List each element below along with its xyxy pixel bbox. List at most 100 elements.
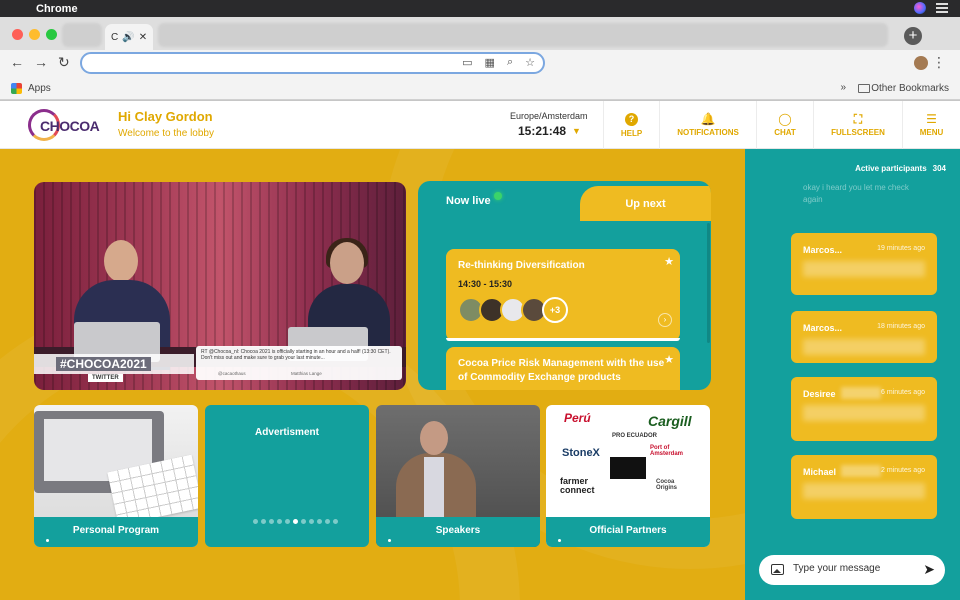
fullscreen-button[interactable]: ⛶ FULLSCREEN bbox=[813, 101, 902, 149]
schedule-panel: Now live Up next ★ Re-thinking Diversifi… bbox=[418, 181, 711, 390]
qr-code-icon[interactable]: ▦ bbox=[485, 56, 495, 69]
speakers-tile[interactable]: Speakers bbox=[376, 405, 540, 547]
partner-logo: StoneX bbox=[562, 447, 600, 459]
forward-icon[interactable]: → bbox=[34, 54, 48, 70]
message-author: Michael bbox=[803, 467, 837, 477]
message-time: 18 minutes ago bbox=[877, 323, 925, 330]
menu-button[interactable]: ☰ MENU bbox=[902, 101, 960, 149]
favorite-star-icon[interactable]: ★ bbox=[664, 255, 674, 268]
help-icon: ? bbox=[625, 112, 638, 126]
menu-icon: ☰ bbox=[926, 112, 937, 126]
chat-bubble-icon: ◯ bbox=[778, 112, 792, 126]
message-author: Marcos... bbox=[803, 245, 843, 255]
folder-icon bbox=[858, 84, 870, 93]
chat-message[interactable]: Michael 2 minutes ago bbox=[791, 455, 937, 519]
session-time: 14:30 - 15:30 bbox=[458, 279, 513, 289]
live-indicator bbox=[494, 192, 502, 200]
chocoa-logo[interactable]: CHOCOA bbox=[28, 109, 100, 143]
send-icon[interactable]: ➤ bbox=[923, 561, 935, 578]
image-upload-icon[interactable] bbox=[771, 564, 784, 575]
session-list: ★ Re-thinking Diversification 14:30 - 15… bbox=[446, 249, 680, 390]
carousel-dots[interactable] bbox=[253, 519, 338, 524]
bell-icon: 🔔 bbox=[700, 112, 716, 126]
partner-logo-box bbox=[610, 457, 646, 479]
chat-button[interactable]: ◯ CHAT bbox=[756, 101, 813, 149]
zoom-window-button[interactable] bbox=[46, 29, 57, 40]
tab-now-live[interactable]: Now live bbox=[418, 181, 578, 221]
apps-bookmark[interactable]: Apps bbox=[28, 83, 51, 94]
audio-icon[interactable]: 🔊 bbox=[122, 32, 134, 43]
tweet-overlay: RT @Chocoa_nl: Chocoa 2021 is officially… bbox=[196, 346, 402, 380]
chevron-down-icon[interactable]: ▼ bbox=[572, 126, 581, 136]
profile-avatar[interactable] bbox=[914, 56, 928, 70]
apps-grid-icon[interactable] bbox=[11, 83, 22, 94]
close-window-button[interactable] bbox=[12, 29, 23, 40]
browser-tab-active[interactable]: C 🔊 ✕ bbox=[105, 24, 153, 50]
chat-message: okay i heard you let me check again bbox=[803, 183, 909, 204]
lobby-stage: #CHOCOA2021 TWITTER RT @Chocoa_nl: Choco… bbox=[0, 149, 745, 600]
greeting: Hi Clay Gordon bbox=[118, 109, 213, 124]
tab-title: C bbox=[111, 31, 119, 43]
session-card[interactable]: ★ Re-thinking Diversification 14:30 - 15… bbox=[446, 249, 680, 341]
favorite-star-icon[interactable]: ★ bbox=[664, 353, 674, 366]
close-tab-icon[interactable]: ✕ bbox=[139, 32, 147, 43]
browser-tab[interactable] bbox=[62, 23, 102, 47]
back-icon[interactable]: ← bbox=[10, 54, 24, 70]
chat-message[interactable]: Marcos... 19 minutes ago bbox=[791, 233, 937, 295]
zoom-icon[interactable]: ⌕ bbox=[507, 56, 513, 69]
message-author: Desiree bbox=[803, 389, 836, 399]
speaker-avatars: +3 bbox=[458, 297, 668, 323]
more-speakers-badge[interactable]: +3 bbox=[542, 297, 568, 323]
browser-tab[interactable] bbox=[158, 23, 888, 47]
browser-toolbar: ← → ↻ ▭ ▦ ⌕ ☆ ⋮ bbox=[0, 50, 960, 78]
tab-up-next[interactable]: Up next bbox=[580, 186, 711, 221]
bookmarks-bar: Apps » Other Bookmarks bbox=[0, 78, 960, 100]
partner-logo: Perú bbox=[564, 411, 591, 425]
control-center-icon[interactable] bbox=[936, 3, 948, 13]
minimize-window-button[interactable] bbox=[29, 29, 40, 40]
chat-message-input[interactable]: Type your message ➤ bbox=[759, 555, 945, 585]
help-button[interactable]: ? HELP bbox=[603, 101, 659, 149]
session-title: Re-thinking Diversification bbox=[458, 260, 585, 271]
live-video-player[interactable]: #CHOCOA2021 TWITTER RT @Chocoa_nl: Choco… bbox=[34, 182, 406, 390]
timezone-label: Europe/Amsterdam bbox=[510, 111, 588, 121]
chat-panel: Active participants 304 okay i heard you … bbox=[745, 149, 960, 600]
partner-logo: PRO ECUADOR bbox=[612, 433, 658, 439]
personal-program-tile[interactable]: Personal Program bbox=[34, 405, 198, 547]
new-tab-button[interactable]: + bbox=[904, 27, 922, 45]
partner-logo: Cocoa Origins bbox=[656, 479, 678, 491]
session-progress bbox=[446, 338, 680, 341]
cast-icon[interactable]: ▭ bbox=[462, 56, 472, 69]
official-partners-tile[interactable]: Perú PRO ECUADOR Cargill StoneX Port of … bbox=[546, 405, 710, 547]
partner-logo: farmer connect bbox=[560, 476, 595, 495]
message-time: 19 minutes ago bbox=[877, 245, 925, 252]
participant-count: 304 bbox=[932, 164, 946, 173]
mac-menu-bar: Chrome bbox=[0, 0, 960, 17]
advertisment-tile[interactable]: Advertisment bbox=[205, 405, 369, 547]
siri-icon[interactable] bbox=[914, 2, 926, 14]
schedule-scrollbar[interactable] bbox=[707, 223, 710, 343]
clock: 15:21:48 bbox=[518, 124, 567, 138]
session-card[interactable]: ★ Cocoa Price Risk Management with the u… bbox=[446, 347, 680, 390]
message-time: 6 minutes ago bbox=[881, 389, 925, 396]
message-time: 2 minutes ago bbox=[881, 467, 925, 474]
bookmarks-overflow-icon[interactable]: » bbox=[840, 82, 846, 93]
chevron-right-icon[interactable]: › bbox=[658, 313, 672, 327]
partner-logo: Port of Amsterdam bbox=[650, 445, 684, 457]
browser-tab-strip: C 🔊 ✕ + bbox=[0, 17, 960, 50]
app-header: CHOCOA Hi Clay Gordon Welcome to the lob… bbox=[0, 101, 960, 149]
other-bookmarks[interactable]: Other Bookmarks bbox=[871, 83, 949, 94]
kebab-menu-icon[interactable]: ⋮ bbox=[932, 54, 946, 71]
chat-message[interactable]: Marcos... 18 minutes ago bbox=[791, 311, 937, 363]
app-name[interactable]: Chrome bbox=[36, 3, 78, 15]
twitter-label: TWITTER bbox=[88, 374, 123, 382]
lower-third: #CHOCOA2021 bbox=[34, 354, 194, 374]
address-bar[interactable]: ▭ ▦ ⌕ ☆ bbox=[80, 52, 545, 74]
notifications-button[interactable]: 🔔 NOTIFICATIONS bbox=[659, 101, 756, 149]
reload-icon[interactable]: ↻ bbox=[58, 54, 70, 71]
fullscreen-icon: ⛶ bbox=[853, 112, 863, 126]
chat-message[interactable]: Desiree 6 minutes ago bbox=[791, 377, 937, 441]
partner-logo: Cargill bbox=[648, 413, 692, 429]
bookmark-star-icon[interactable]: ☆ bbox=[525, 56, 535, 69]
session-title: Cocoa Price Risk Management with the use… bbox=[458, 358, 665, 383]
